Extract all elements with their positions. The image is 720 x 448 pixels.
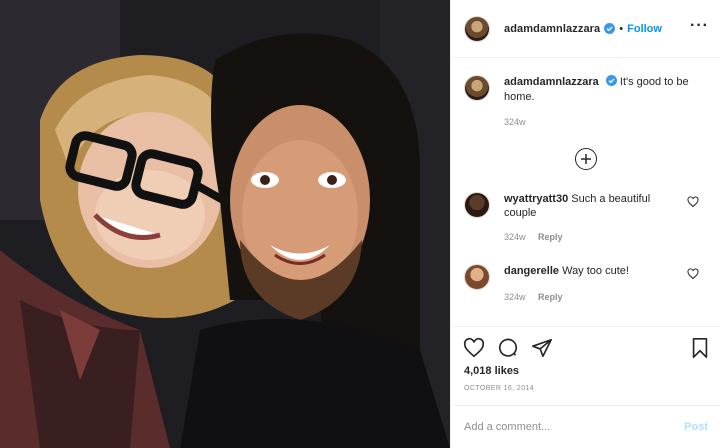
comment-text: Way too cute!: [562, 265, 629, 277]
more-options-icon[interactable]: ···: [690, 18, 709, 34]
plus-icon: [581, 154, 591, 164]
comment-username[interactable]: wyattryatt30: [504, 193, 568, 205]
follow-button[interactable]: Follow: [627, 23, 662, 35]
caption-avatar[interactable]: [464, 75, 490, 101]
like-comment-heart-icon[interactable]: [687, 268, 699, 280]
post-photo[interactable]: [0, 0, 450, 448]
post-side-panel: adamdamnlazzara • Follow ··· adamdamnlaz…: [450, 0, 720, 448]
post-comment-button[interactable]: Post: [684, 421, 708, 433]
caption-age: 324w: [504, 117, 526, 127]
comments-section[interactable]: adamdamnlazzara It's good to be home. 32…: [451, 58, 720, 326]
share-paper-plane-icon[interactable]: [531, 337, 553, 359]
verified-badge-icon: [604, 23, 616, 34]
commenter-avatar[interactable]: [464, 264, 490, 290]
author-username[interactable]: adamdamnlazzara: [504, 23, 600, 35]
commenter-avatar[interactable]: [464, 192, 490, 218]
reply-button[interactable]: Reply: [538, 292, 563, 302]
comment-username[interactable]: dangerelle: [504, 265, 559, 277]
comment-input[interactable]: [464, 421, 685, 433]
add-comment-bar: Post: [451, 405, 720, 448]
author-avatar[interactable]: [464, 15, 490, 42]
comment-age: 324w: [504, 232, 526, 242]
like-comment-heart-icon[interactable]: [687, 196, 699, 208]
post-date: OCTOBER 16, 2014: [464, 385, 535, 392]
reply-button[interactable]: Reply: [538, 232, 563, 242]
comment-item: wyattryatt30 Such a beautiful couple 324…: [464, 192, 709, 244]
verified-badge-icon: [605, 75, 617, 86]
comment-bubble-icon[interactable]: [497, 337, 519, 359]
photo-illustration: [0, 0, 450, 448]
comment-item: dangerelle Way too cute! 324w Reply: [464, 264, 709, 304]
comment-age: 324w: [504, 292, 526, 302]
post-caption: adamdamnlazzara It's good to be home. 32…: [464, 75, 704, 130]
post-header: adamdamnlazzara • Follow ···: [451, 0, 720, 58]
save-bookmark-icon[interactable]: [689, 337, 711, 359]
header-separator: •: [619, 22, 624, 35]
caption-username[interactable]: adamdamnlazzara: [504, 76, 599, 88]
likes-count[interactable]: 4,018 likes: [464, 365, 519, 377]
like-heart-icon[interactable]: [463, 337, 485, 359]
load-more-comments-button[interactable]: [575, 148, 597, 170]
